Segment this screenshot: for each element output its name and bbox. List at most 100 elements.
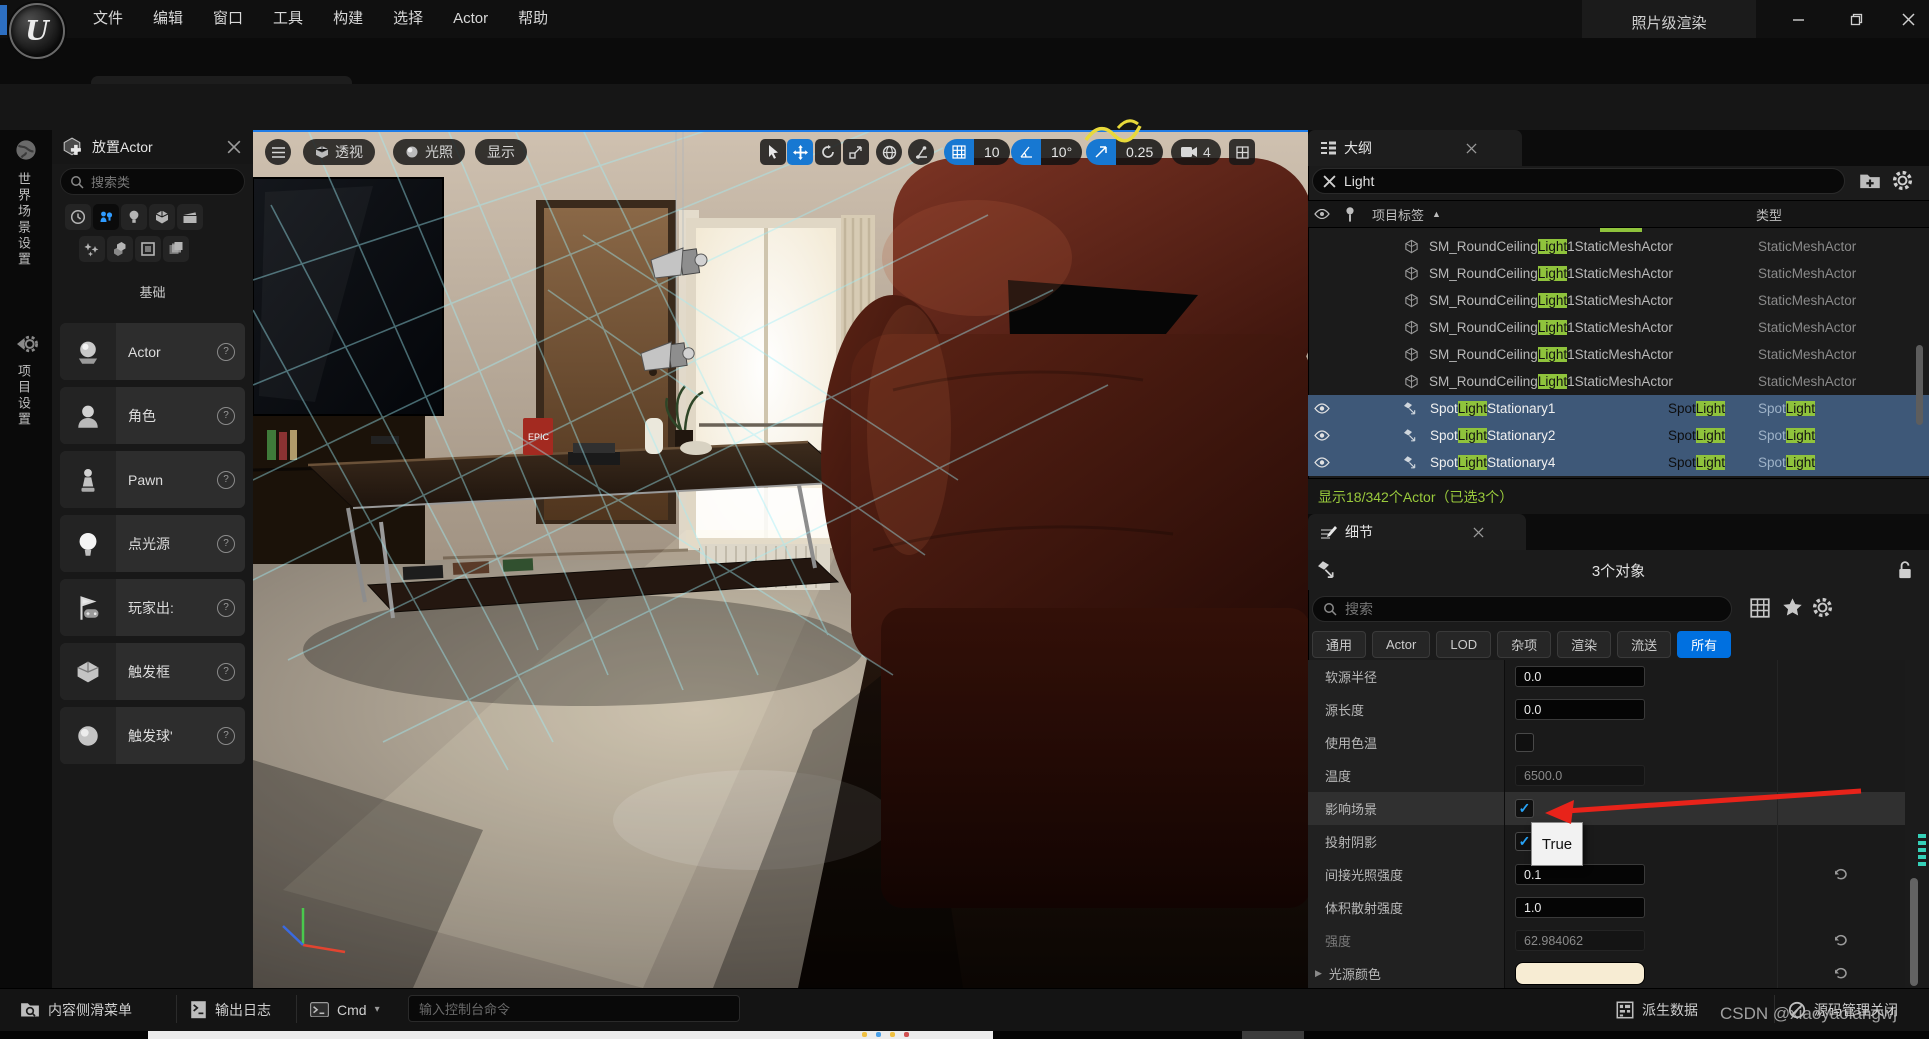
- show-dropdown[interactable]: 显示: [475, 139, 527, 165]
- light-color-swatch[interactable]: [1515, 962, 1645, 985]
- value-input[interactable]: 1.0: [1515, 897, 1645, 918]
- world-settings-icon[interactable]: [14, 138, 38, 162]
- outliner-column-header[interactable]: 项目标签 ▲ 类型: [1308, 200, 1929, 228]
- menu-文件[interactable]: 文件: [78, 0, 138, 38]
- value-input[interactable]: 0.0: [1515, 666, 1645, 687]
- console-command-input[interactable]: 输入控制台命令: [408, 995, 740, 1022]
- menu-窗口[interactable]: 窗口: [198, 0, 258, 38]
- surface-snap-button[interactable]: [908, 139, 934, 165]
- close-icon[interactable]: [1473, 527, 1484, 538]
- viewport-options-button[interactable]: [265, 139, 291, 165]
- place-item-Pawn[interactable]: Pawn?: [60, 451, 245, 508]
- grid-snap-control[interactable]: 10: [944, 139, 1010, 165]
- select-tool-button[interactable]: [760, 139, 786, 165]
- derived-data-button[interactable]: 派生数据: [1616, 996, 1698, 1023]
- rotate-tool-button[interactable]: [815, 139, 841, 165]
- details-settings-icon[interactable]: [1812, 597, 1833, 618]
- scale-tool-button[interactable]: [843, 139, 869, 165]
- eye-icon[interactable]: [1314, 430, 1330, 441]
- close-window-button[interactable]: [1896, 8, 1920, 30]
- outliner-row[interactable]: SM_RoundCeilingLight1StaticMeshActorStat…: [1308, 368, 1929, 395]
- project-settings-tab[interactable]: 项目设置: [14, 364, 33, 428]
- menu-编辑[interactable]: 编辑: [138, 0, 198, 38]
- outliner-scrollbar[interactable]: [1916, 345, 1923, 425]
- scale-snap-control[interactable]: 0.25: [1086, 139, 1163, 165]
- filter-chip-LOD[interactable]: LOD: [1436, 631, 1491, 658]
- reset-to-default-icon[interactable]: [1834, 967, 1849, 980]
- value-checkbox[interactable]: [1515, 733, 1534, 752]
- outliner-row[interactable]: SM_RoundCeilingLight1StaticMeshActorStat…: [1308, 233, 1929, 260]
- value-checkbox[interactable]: ✓: [1515, 799, 1534, 818]
- favorites-star-icon[interactable]: [1782, 597, 1803, 618]
- outliner-search-input[interactable]: Light: [1312, 168, 1845, 194]
- level-viewport[interactable]: EPIC: [253, 130, 1308, 988]
- menu-帮助[interactable]: 帮助: [503, 0, 563, 38]
- world-settings-tab[interactable]: 世界场景设置: [14, 172, 33, 268]
- place-search-input[interactable]: 搜索类: [60, 168, 245, 195]
- category-effects-icon[interactable]: [79, 236, 105, 262]
- category-volumes-icon[interactable]: [135, 236, 161, 262]
- filter-chip-流送[interactable]: 流送: [1617, 631, 1671, 658]
- expander-icon[interactable]: ▶: [1315, 968, 1322, 979]
- category-clock-icon[interactable]: [65, 204, 91, 230]
- filter-chip-通用[interactable]: 通用: [1312, 631, 1366, 658]
- filter-chip-Actor[interactable]: Actor: [1372, 631, 1430, 658]
- content-drawer-button[interactable]: 内容侧滑菜单: [20, 996, 132, 1023]
- perspective-dropdown[interactable]: 透视: [303, 139, 375, 165]
- project-settings-icon[interactable]: [14, 332, 38, 356]
- menu-选择[interactable]: 选择: [378, 0, 438, 38]
- outliner-row[interactable]: SM_RoundCeilingLight1StaticMeshActorStat…: [1308, 287, 1929, 314]
- place-item-玩家出:[interactable]: 玩家出:?: [60, 579, 245, 636]
- value-input[interactable]: 0.0: [1515, 699, 1645, 720]
- place-item-触发框[interactable]: 触发框?: [60, 643, 245, 700]
- filter-chip-所有[interactable]: 所有: [1677, 631, 1731, 658]
- create-folder-icon[interactable]: [1859, 170, 1881, 192]
- category-geometry-icon[interactable]: [107, 236, 133, 262]
- maximize-button[interactable]: [1844, 8, 1868, 30]
- menu-构建[interactable]: 构建: [318, 0, 378, 38]
- clear-search-icon[interactable]: [1323, 175, 1336, 188]
- place-item-角色[interactable]: 角色?: [60, 387, 245, 444]
- filter-chip-渲染[interactable]: 渲染: [1557, 631, 1611, 658]
- view-mode-dropdown[interactable]: 光照: [393, 139, 465, 165]
- filter-chip-杂项[interactable]: 杂项: [1497, 631, 1551, 658]
- outliner-row-selected[interactable]: SpotLightStationary4SpotLightSpotLight: [1308, 449, 1929, 476]
- outliner-row[interactable]: SM_RoundCeilingLight1StaticMeshActorStat…: [1308, 260, 1929, 287]
- category-basic-icon[interactable]: [93, 204, 119, 230]
- camera-speed-control[interactable]: 4: [1171, 139, 1221, 165]
- close-icon[interactable]: [1466, 143, 1477, 154]
- move-tool-button[interactable]: [787, 139, 813, 165]
- minimize-button[interactable]: [1786, 8, 1810, 30]
- cmd-dropdown[interactable]: Cmd ▾: [310, 996, 380, 1023]
- place-item-Actor[interactable]: Actor?: [60, 323, 245, 380]
- details-scrollbar[interactable]: [1910, 878, 1918, 986]
- eye-icon[interactable]: [1314, 457, 1330, 468]
- category-all-icon[interactable]: [163, 236, 189, 262]
- maximize-viewport-button[interactable]: [1229, 139, 1255, 165]
- details-tab[interactable]: 细节: [1308, 514, 1526, 550]
- outliner-row-selected[interactable]: SpotLightStationary2SpotLightSpotLight: [1308, 422, 1929, 449]
- output-log-button[interactable]: 输出日志: [190, 996, 271, 1023]
- reset-to-default-icon[interactable]: [1834, 934, 1849, 947]
- menu-Actor[interactable]: Actor: [438, 0, 503, 38]
- unreal-logo-icon[interactable]: U: [9, 3, 65, 59]
- world-local-toggle[interactable]: [876, 139, 902, 165]
- place-item-点光源[interactable]: 点光源?: [60, 515, 245, 572]
- menu-工具[interactable]: 工具: [258, 0, 318, 38]
- category-shapes-icon[interactable]: [149, 204, 175, 230]
- category-cinematic-icon[interactable]: [177, 204, 203, 230]
- eye-icon[interactable]: [1314, 403, 1330, 414]
- reset-to-default-icon[interactable]: [1834, 868, 1849, 881]
- outliner-row[interactable]: SM_RoundCeilingLight1StaticMeshActorStat…: [1308, 314, 1929, 341]
- property-matrix-icon[interactable]: [1750, 598, 1770, 618]
- outliner-row[interactable]: SM_RoundCeilingLight1StaticMeshActorStat…: [1308, 341, 1929, 368]
- value-input[interactable]: 0.1: [1515, 864, 1645, 885]
- outliner-tab[interactable]: 大纲: [1308, 130, 1522, 166]
- place-item-触发球'[interactable]: 触发球'?: [60, 707, 245, 764]
- category-lights-icon[interactable]: [121, 204, 147, 230]
- close-icon[interactable]: [227, 140, 241, 154]
- lock-open-icon[interactable]: [1897, 561, 1913, 579]
- details-search-input[interactable]: 搜索: [1312, 596, 1732, 622]
- outliner-row-selected[interactable]: SpotLightStationary1SpotLightSpotLight: [1308, 395, 1929, 422]
- outliner-settings-icon[interactable]: [1892, 170, 1913, 191]
